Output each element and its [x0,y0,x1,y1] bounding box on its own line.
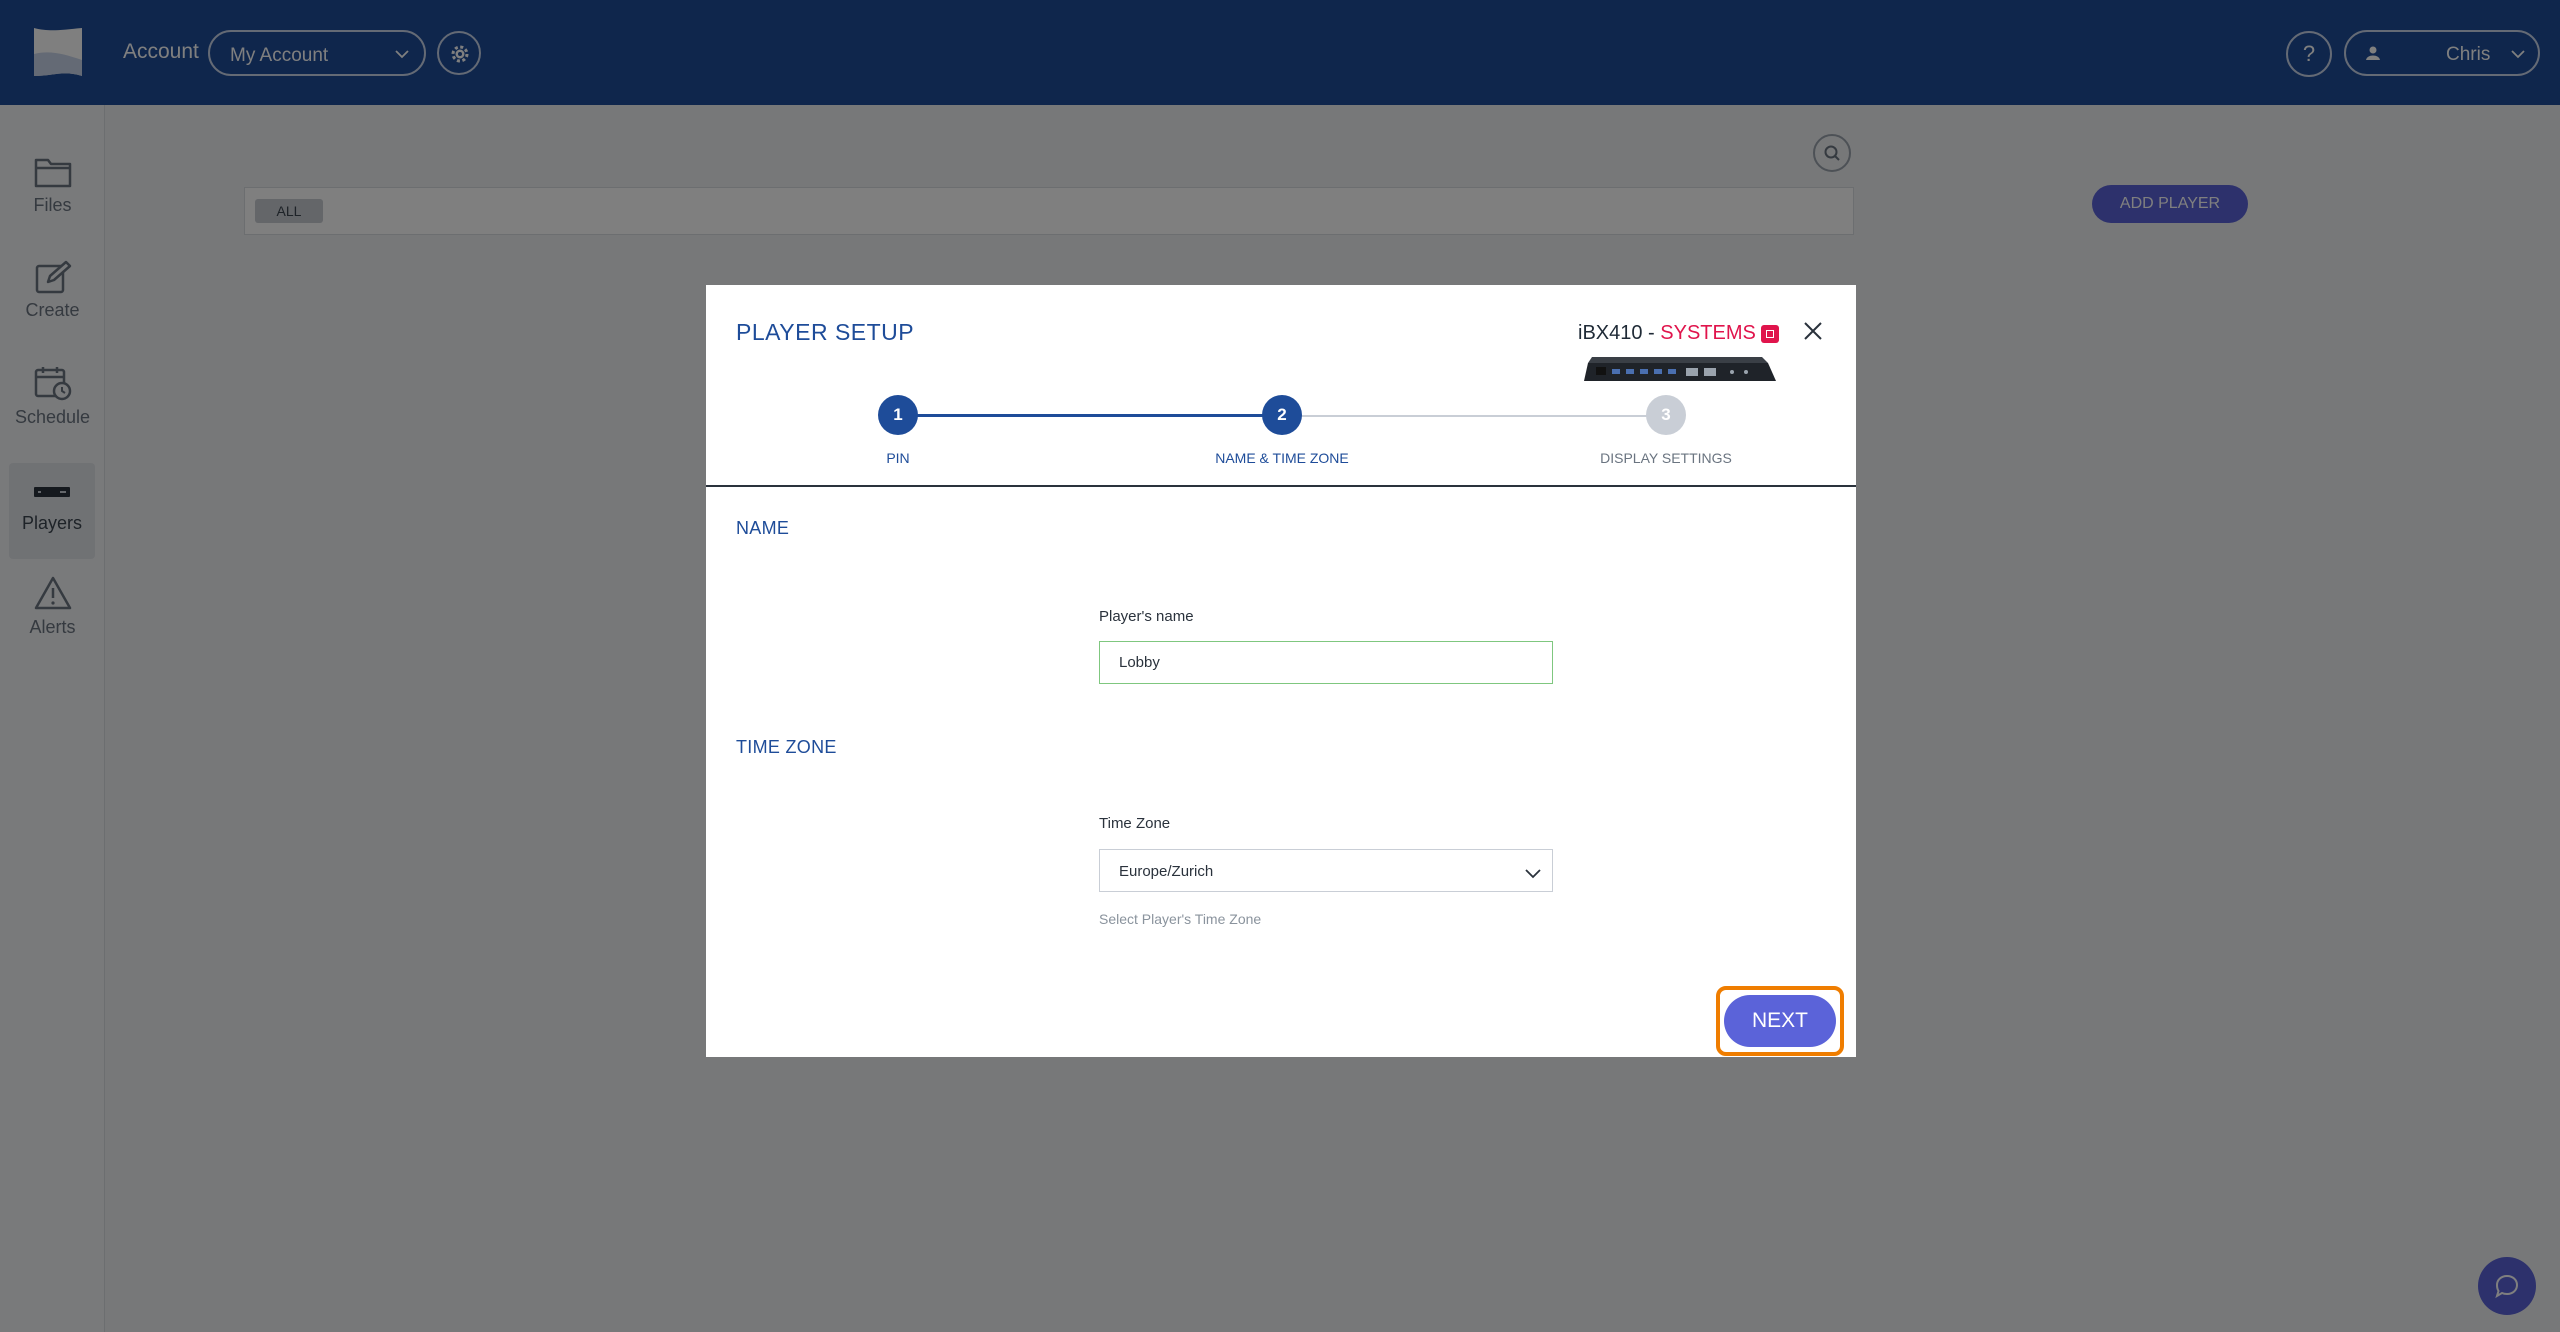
timezone-label: Time Zone [1099,815,1171,832]
timezone-helper-text: Select Player's Time Zone [1099,911,1262,927]
next-button-highlight: NEXT [1716,986,1844,1056]
player-device-image [1584,357,1776,381]
brand-logo-icon [1761,325,1779,343]
step-3-circle: 3 [1646,395,1686,435]
timezone-select[interactable]: Europe/Zurich [1099,849,1553,892]
dialog-title: PLAYER SETUP [736,319,915,345]
stepper-progress-line [898,414,1282,417]
step-1-label: PIN [886,450,910,466]
step-3-label: DISPLAY SETTINGS [1600,450,1732,466]
chevron-down-icon [1525,869,1541,879]
close-icon[interactable] [1802,320,1824,342]
step-2-circle: 2 [1262,395,1302,435]
device-model-label: iBX410 - SYSTEMS [1578,322,1756,345]
player-setup-dialog: PLAYER SETUP iBX410 - SYSTEMS 1 2 3 PIN … [706,285,1856,1057]
step-2-label: NAME & TIME ZONE [1215,450,1349,466]
next-button[interactable]: NEXT [1724,995,1836,1047]
step-1-circle: 1 [878,395,918,435]
timezone-select-value: Europe/Zurich [1119,863,1214,880]
device-brand: SYSTEMS [1660,322,1756,344]
dialog-divider [706,485,1856,487]
player-name-label: Player's name [1099,608,1194,625]
player-name-input[interactable] [1099,641,1553,684]
device-model: iBX410 - [1578,322,1661,344]
timezone-section-title: TIME ZONE [736,737,837,757]
name-section-title: NAME [736,518,790,538]
stepper-remaining-line [1282,415,1666,417]
